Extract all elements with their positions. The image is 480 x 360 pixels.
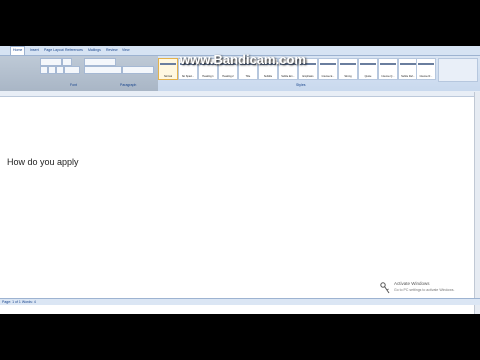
font-name-dropdown[interactable]: [40, 58, 62, 66]
ruler: [0, 91, 480, 97]
style-name: Title: [245, 75, 251, 78]
list-buttons[interactable]: [84, 58, 116, 66]
tab-references[interactable]: References: [63, 47, 85, 54]
style-name: Subtitle: [263, 75, 273, 78]
italic-button[interactable]: [48, 66, 56, 74]
style-sample: [360, 63, 376, 65]
style-name: Subtle Ref...: [401, 75, 415, 78]
style-normal[interactable]: Normal: [158, 58, 178, 80]
style-subtle-reference[interactable]: Subtle Ref...: [398, 58, 418, 80]
style-strong[interactable]: Strong: [338, 58, 358, 80]
style-name: Normal: [163, 75, 173, 78]
style-name: Quote: [364, 75, 372, 78]
shading-border-buttons[interactable]: [122, 66, 154, 74]
style-name: Intense Q...: [381, 75, 395, 78]
group-label-font: Font: [70, 83, 78, 87]
group-label-styles: Styles: [296, 83, 306, 87]
style-sample: [418, 63, 434, 65]
bold-button[interactable]: [40, 66, 48, 74]
alignment-buttons[interactable]: [84, 66, 122, 74]
key-icon: [380, 282, 390, 294]
style-name: Strong: [344, 75, 352, 78]
vertical-scrollbar[interactable]: [474, 92, 480, 314]
activate-windows-title: Activate Windows: [394, 281, 430, 286]
style-name: Intense E...: [321, 75, 335, 78]
status-bar-text: Page: 1 of 1 Words: 4: [2, 300, 36, 304]
style-intense-quote[interactable]: Intense Q...: [378, 58, 398, 80]
tab-home[interactable]: Home: [10, 46, 26, 55]
style-name: Intense R...: [419, 75, 433, 78]
style-name: Heading 2: [222, 75, 234, 78]
group-label-paragraph: Paragraph: [120, 83, 137, 87]
style-name: Subtle Em...: [281, 75, 295, 78]
style-sample: [320, 63, 336, 65]
editing-group[interactable]: [438, 58, 478, 82]
tab-mailings[interactable]: Mailings: [86, 47, 103, 54]
word-window: Home Insert Page Layout References Maili…: [0, 46, 480, 314]
font-color-button[interactable]: [64, 66, 80, 74]
style-name: Emphasis: [302, 75, 314, 78]
tab-view[interactable]: View: [120, 47, 132, 54]
bandicam-watermark: www.Bandicam.com: [180, 52, 306, 67]
style-sample: [340, 63, 356, 65]
status-bar: Page: 1 of 1 Words: 4: [0, 298, 480, 305]
style-sample: [400, 63, 416, 65]
style-name: Heading 1: [202, 75, 214, 78]
style-name: No Spaci...: [181, 75, 195, 78]
tab-review[interactable]: Review: [104, 47, 119, 54]
underline-button[interactable]: [56, 66, 64, 74]
style-quote[interactable]: Quote: [358, 58, 378, 80]
tab-insert[interactable]: Insert: [28, 47, 41, 54]
activate-windows-subtitle: Go to PC settings to activate Windows.: [394, 288, 455, 292]
style-sample: [160, 63, 176, 65]
style-sample: [380, 63, 396, 65]
style-intense-reference[interactable]: Intense R...: [416, 58, 436, 80]
style-intense-emphasis[interactable]: Intense E...: [318, 58, 338, 80]
font-size-dropdown[interactable]: [62, 58, 72, 66]
document-text[interactable]: How do you apply: [7, 157, 79, 167]
